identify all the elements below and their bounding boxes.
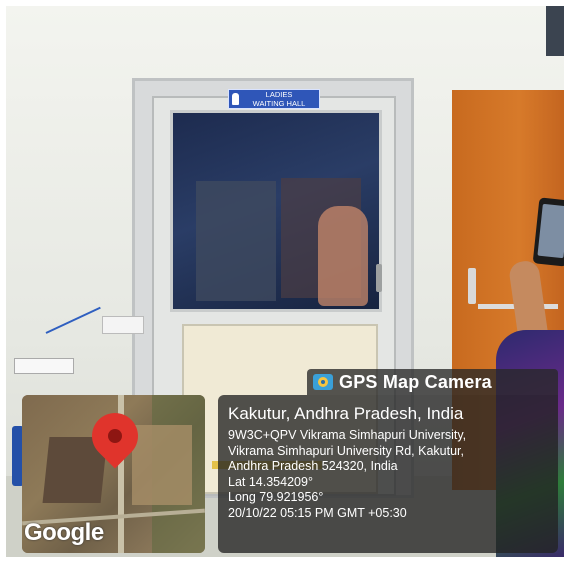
place-name: Kakutur, Andhra Pradesh, India <box>228 404 464 423</box>
longitude: Long 79.921956° <box>228 490 324 505</box>
socket-strip <box>14 358 74 374</box>
app-name: GPS Map Camera <box>339 371 492 392</box>
map-field <box>132 425 192 505</box>
door-handle <box>376 264 382 292</box>
phone-screen <box>537 203 564 259</box>
address-line-3: Andhra Pradesh 524320, India <box>228 459 398 474</box>
sign-line2: WAITING HALL <box>252 98 306 108</box>
address-line-1: 9W3C+QPV Vikrama Simhapuri University, <box>228 428 467 442</box>
latitude: Lat 14.354209° <box>228 474 313 489</box>
reflected-cabinet <box>196 181 276 301</box>
door-lock <box>468 268 476 304</box>
woman-icon <box>232 93 239 105</box>
camera-icon <box>313 374 333 390</box>
switchboard <box>102 316 144 334</box>
map-pin-center <box>108 429 122 443</box>
gps-camera-title-bar: GPS Map Camera <box>307 369 558 395</box>
map-thumbnail: Google <box>22 395 205 553</box>
ladies-waiting-hall-sign: LADIES WAITING HALL <box>228 89 320 109</box>
reflected-person <box>318 206 368 306</box>
google-attribution: Google <box>24 519 104 546</box>
window <box>546 6 564 56</box>
address-line-2: Vikrama Simhapuri University Rd, Kakutur… <box>228 443 464 458</box>
location-info-box: Kakutur, Andhra Pradesh, India 9W3C+QPV … <box>218 395 558 553</box>
timestamp: 20/10/22 05:15 PM GMT +05:30 <box>228 505 407 520</box>
